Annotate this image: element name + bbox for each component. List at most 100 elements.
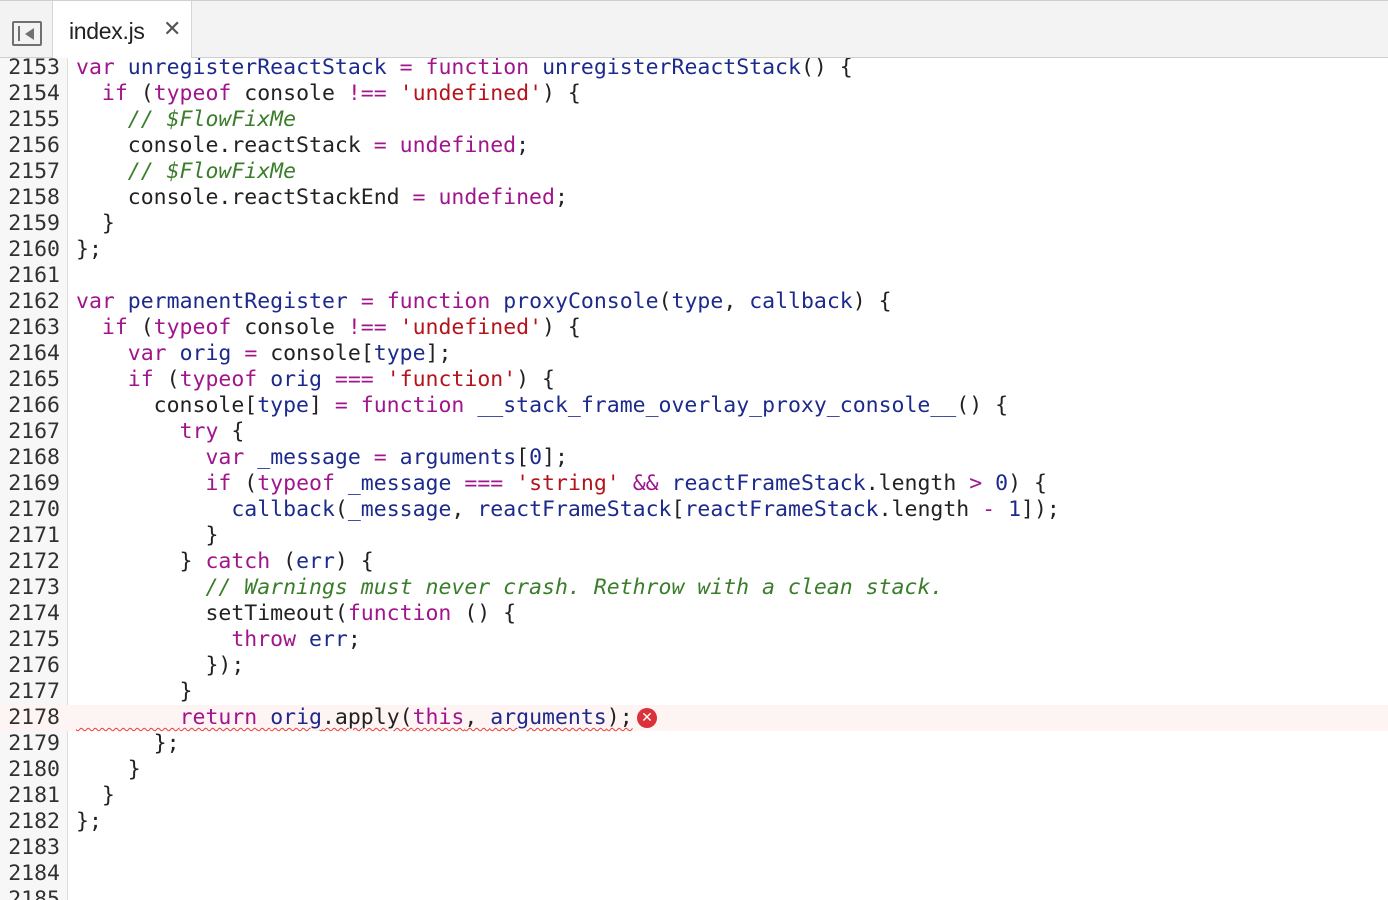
code-token: try <box>179 419 219 444</box>
line-number: 2156 <box>8 133 60 158</box>
code-token: ) { <box>1008 471 1047 496</box>
code-line[interactable]: 2162 var permanentRegister = function pro… <box>0 289 1388 315</box>
code-line[interactable]: 2181 } <box>0 783 1388 809</box>
code-line[interactable]: 2180 } <box>0 757 1388 783</box>
line-code: } <box>76 211 115 237</box>
line-number: 2153 <box>8 58 60 80</box>
line-code: // $FlowFixMe <box>76 159 296 185</box>
code-token: typeof <box>179 367 258 392</box>
sidebar-toggle-icon[interactable] <box>12 21 42 46</box>
code-token: ; <box>347 627 361 652</box>
code-token: if <box>101 81 128 106</box>
code-token: proxyConsole <box>503 289 659 314</box>
line-code: }); <box>76 653 244 679</box>
code-token: 'function' <box>386 367 517 392</box>
code-token: , <box>723 289 750 314</box>
code-line[interactable]: 2163 if (typeof console !== 'undefined')… <box>0 315 1388 341</box>
code-token: ) { <box>516 367 556 392</box>
code-token: { <box>218 419 245 444</box>
code-line[interactable]: 2178 return orig.apply(this, arguments);… <box>0 705 1388 731</box>
code-token: ); <box>606 705 633 730</box>
code-token: ( <box>334 497 348 522</box>
code-line[interactable]: 2176 }); <box>0 653 1388 679</box>
line-code: } <box>76 757 141 783</box>
code-line[interactable]: 2170 callback(_message, reactFrameStack[… <box>0 497 1388 523</box>
code-line[interactable]: 2166 console[type] = function __stack_fr… <box>0 393 1388 419</box>
code-token: = <box>399 58 413 80</box>
line-code: if (typeof orig === 'function') { <box>76 367 555 393</box>
line-number: 2181 <box>8 783 60 808</box>
code-line[interactable]: 2165 if (typeof orig === 'function') { <box>0 367 1388 393</box>
code-token: ) { <box>542 81 581 106</box>
code-line[interactable]: 2179 }; <box>0 731 1388 757</box>
code-line[interactable]: 2171 } <box>0 523 1388 549</box>
code-token: 'undefined' <box>399 315 543 340</box>
code-line[interactable]: 2173 // Warnings must never crash. Rethr… <box>0 575 1388 601</box>
code-line[interactable]: 2153 var unregisterReactStack = function … <box>0 58 1388 81</box>
code-line[interactable]: 2154 if (typeof console !== 'undefined')… <box>0 81 1388 107</box>
line-number: 2172 <box>8 549 60 574</box>
code-line[interactable]: 2167 try { <box>0 419 1388 445</box>
code-line[interactable]: 2158 console.reactStackEnd = undefined; <box>0 185 1388 211</box>
code-line[interactable]: 2155 // $FlowFixMe <box>0 107 1388 133</box>
code-line[interactable]: 2184 <box>0 861 1388 887</box>
code-line[interactable]: 2159 } <box>0 211 1388 237</box>
code-line[interactable]: 2169 if (typeof _message === 'string' &&… <box>0 471 1388 497</box>
code-token: === <box>464 471 504 496</box>
code-token: .apply( <box>321 705 413 730</box>
code-token: - <box>982 497 996 522</box>
close-icon[interactable]: ✕ <box>163 17 181 43</box>
code-token: throw <box>231 627 297 652</box>
code-token: } <box>76 679 193 704</box>
code-token: typeof <box>153 315 232 340</box>
code-token: orig <box>179 341 232 366</box>
code-token: return <box>179 705 258 730</box>
code-editor[interactable]: 2153 var unregisterReactStack = function … <box>0 58 1388 900</box>
line-number: 2166 <box>8 393 60 418</box>
code-line[interactable]: 2160}; <box>0 237 1388 263</box>
tab-title[interactable]: index.js <box>69 18 145 45</box>
code-line[interactable]: 2161 <box>0 263 1388 289</box>
code-line[interactable]: 2177 } <box>0 679 1388 705</box>
code-token: // $FlowFixMe <box>127 159 297 184</box>
line-number: 2182 <box>8 809 60 834</box>
code-token: var <box>205 445 245 470</box>
error-icon[interactable]: ✕ <box>637 708 657 728</box>
code-line[interactable]: 2185 <box>0 887 1388 900</box>
code-line[interactable]: 2168 var _message = arguments[0]; <box>0 445 1388 471</box>
line-code: callback(_message, reactFrameStack[react… <box>76 497 1060 523</box>
code-token: ) { <box>542 315 581 340</box>
line-code: return orig.apply(this, arguments); <box>76 705 633 731</box>
code-token: undefined <box>399 133 517 158</box>
line-code: }; <box>76 809 102 835</box>
code-line[interactable]: 2156 console.reactStack = undefined; <box>0 133 1388 159</box>
line-code: if (typeof console !== 'undefined') { <box>76 81 581 107</box>
code-line[interactable]: 2172 } catch (err) { <box>0 549 1388 575</box>
tab-index-js[interactable]: index.js ✕ <box>52 1 192 58</box>
code-line[interactable]: 2174 setTimeout(function () { <box>0 601 1388 627</box>
code-line[interactable]: 2175 throw err; <box>0 627 1388 653</box>
code-token: } <box>76 783 115 808</box>
code-token: console <box>231 315 348 340</box>
code-token: 0 <box>529 445 543 470</box>
code-line[interactable]: 2164 var orig = console[type]; <box>0 341 1388 367</box>
code-token: arguments <box>399 445 517 470</box>
code-line[interactable]: 2183 <box>0 835 1388 861</box>
code-line[interactable]: 2157 // $FlowFixMe <box>0 159 1388 185</box>
code-token: ; <box>516 133 530 158</box>
code-line[interactable]: 2182}; <box>0 809 1388 835</box>
line-number: 2155 <box>8 107 60 132</box>
line-number: 2162 <box>8 289 60 314</box>
code-token: } <box>76 211 115 236</box>
code-token: }; <box>76 237 102 262</box>
